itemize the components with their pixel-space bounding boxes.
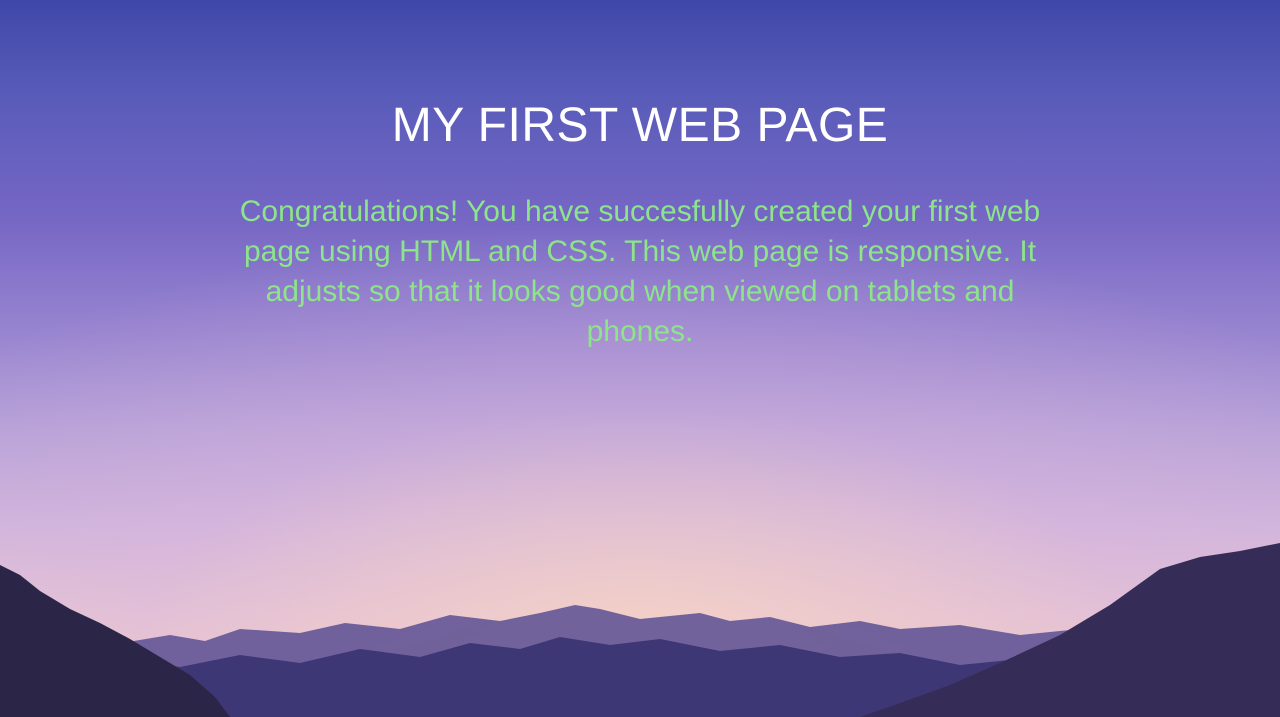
mountain-silhouette-image [0,543,1280,717]
page-title: MY FIRST WEB PAGE [391,99,889,152]
welcome-message: Congratulations! You have succesfully cr… [239,195,1041,348]
hero-content: MY FIRST WEB PAGE Congratulations! You h… [0,0,1280,352]
